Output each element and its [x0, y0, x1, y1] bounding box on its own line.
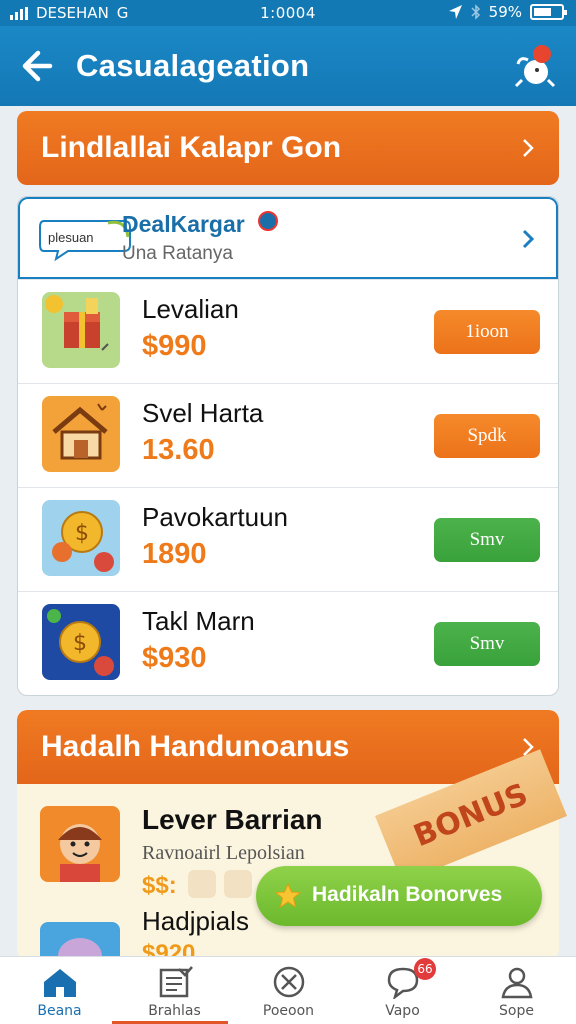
speech-bubble-logo-icon: plesuan: [39, 220, 131, 261]
item-name: Takl Marn: [142, 606, 255, 636]
promo-item-subtitle: Ravnoairl Lepolsian: [142, 842, 305, 864]
tab-label: Sope: [499, 1003, 534, 1019]
item-action-button[interactable]: Smv: [434, 622, 540, 666]
tab-label: Beana: [37, 1003, 82, 1019]
profile-icon: [501, 967, 533, 999]
list-item[interactable]: Svel Harta 13.60 Spdk: [18, 383, 558, 487]
mascot-icon[interactable]: [512, 40, 558, 92]
battery-percent: 59%: [488, 3, 522, 21]
featured-title: DealKargar: [122, 211, 245, 237]
tab-chat[interactable]: Vapo: [345, 957, 460, 1024]
promo-item-name: Lever Barrian: [142, 804, 323, 835]
chevron-right-icon: [523, 139, 534, 157]
checklist-icon: [159, 966, 193, 998]
tab-profile[interactable]: Sope: [459, 957, 574, 1024]
coins-icon: $: [42, 604, 120, 680]
gift-box-icon: [42, 292, 120, 368]
reward-tile-icon: [224, 870, 252, 898]
list-item[interactable]: $ Takl Marn $930 Smv: [18, 591, 558, 695]
tab-tools[interactable]: Poeoon: [231, 957, 346, 1024]
house-icon: [42, 396, 120, 472]
bluetooth-icon: [471, 4, 480, 20]
svg-text:$: $: [75, 521, 89, 546]
bonus-fab-button[interactable]: Hadikaln Bonorves: [256, 866, 542, 926]
promo-item-price: $$:: [142, 872, 177, 899]
item-name: Levalian: [142, 294, 239, 324]
tab-label: Poeoon: [262, 1003, 315, 1019]
promo-item-name: Hadjpials: [142, 906, 249, 936]
featured-logo-text: plesuan: [48, 230, 94, 245]
tab-label: Vapo: [385, 1003, 420, 1019]
tab-label: Brahlas: [148, 1003, 201, 1019]
tab-checklist[interactable]: Brahlas: [117, 957, 232, 1024]
item-action-button[interactable]: 1ioon: [434, 310, 540, 354]
item-price: 13.60: [142, 434, 215, 466]
featured-deal[interactable]: plesuan DealKargar Una Ratanya: [18, 197, 558, 279]
bottom-tab-bar: Beana Brahlas Poeoon Vapo Sope: [0, 956, 576, 1024]
reward-tile-icon: [188, 870, 216, 898]
back-arrow-icon[interactable]: [20, 48, 60, 84]
location-icon: [448, 5, 462, 19]
featured-badge-icon: [258, 211, 278, 231]
promo-title: Hadalh Handunoanus: [41, 730, 350, 763]
deals-card: plesuan DealKargar Una Ratanya Levalian …: [17, 196, 559, 696]
character-avatar-icon[interactable]: [40, 806, 120, 882]
item-action-button[interactable]: Smv: [434, 518, 540, 562]
tab-home[interactable]: Beana: [2, 957, 117, 1024]
top-banner-title: Lindlallai Kalapr Gon: [41, 131, 342, 164]
tools-icon: [273, 966, 305, 998]
app-header: Casualageation: [0, 26, 576, 106]
chevron-right-icon: [522, 229, 535, 249]
coins-icon: $: [42, 500, 120, 576]
item-name: Svel Harta: [142, 398, 264, 428]
battery-icon: [530, 4, 567, 20]
item-price: $930: [142, 642, 207, 674]
item-name: Pavokartuun: [142, 502, 288, 532]
featured-subtitle: Una Ratanya: [122, 243, 233, 264]
list-item[interactable]: $ Pavokartuun 1890 Smv: [18, 487, 558, 591]
top-banner[interactable]: Lindlallai Kalapr Gon: [17, 111, 559, 185]
item-price: $990: [142, 330, 207, 362]
status-bar: DESEHAN G 1:0004 59%: [0, 0, 576, 26]
promo-banner[interactable]: Hadalh Handunoanus: [17, 710, 559, 784]
fab-label: Hadikaln Bonorves: [312, 883, 503, 906]
star-icon: [274, 882, 302, 909]
item-price: 1890: [142, 538, 207, 570]
list-item[interactable]: Levalian $990 1ioon: [18, 279, 558, 383]
svg-text:$: $: [73, 631, 87, 656]
home-icon: [44, 969, 76, 997]
notification-badge: 66: [414, 958, 436, 980]
page-title: Casualageation: [76, 48, 310, 83]
item-action-button[interactable]: Spdk: [434, 414, 540, 458]
